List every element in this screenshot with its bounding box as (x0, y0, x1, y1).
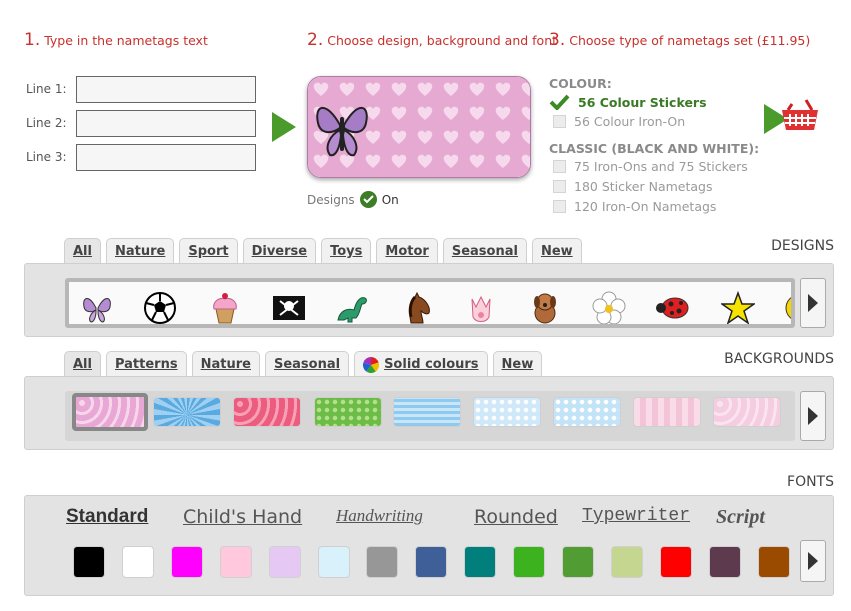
font-color-chip[interactable] (219, 546, 252, 578)
check-icon (359, 191, 377, 208)
option-56-colour-stickers[interactable]: 56 Colour Stickers (549, 94, 707, 110)
font-color-chip[interactable] (170, 546, 203, 578)
designs-tab-motor[interactable]: Motor (376, 238, 438, 264)
puppy-icon[interactable] (527, 290, 563, 324)
star-icon[interactable] (720, 290, 756, 324)
cupcake-icon[interactable] (207, 290, 243, 324)
line-3-input[interactable] (76, 144, 256, 171)
background-swatch-blue-sunburst[interactable] (153, 397, 221, 427)
designs-next-button[interactable] (800, 278, 826, 328)
font-option-typewriter[interactable]: Typewriter (582, 506, 690, 526)
step-3-title: 3. Choose type of nametags set (£11.95) (549, 30, 811, 50)
option-75-iron-ons-stickers[interactable]: 75 Iron-Ons and 75 Stickers (553, 159, 748, 174)
butterfly-icon[interactable] (79, 290, 115, 324)
font-color-chip[interactable] (610, 546, 643, 578)
arrow-right-icon (808, 294, 818, 312)
line-3-label: Line 3: (26, 150, 67, 164)
option-120-iron-on[interactable]: 120 Iron-On Nametags (553, 199, 716, 214)
line-1-label: Line 1: (26, 82, 67, 96)
designs-tab-toys[interactable]: Toys (321, 238, 372, 264)
font-option-handwriting[interactable]: Handwriting (336, 506, 423, 526)
fonts-title: FONTS (787, 474, 834, 490)
font-color-chip[interactable] (366, 546, 399, 578)
classic-heading: CLASSIC (BLACK AND WHITE): (549, 141, 760, 156)
font-color-chip[interactable] (708, 546, 741, 578)
background-swatch-light-blue-dots[interactable] (553, 397, 621, 427)
color-wheel-icon (363, 356, 380, 373)
pirate-flag-icon[interactable] (271, 290, 307, 324)
arrow-right-icon (808, 552, 818, 570)
background-swatch-green-dots[interactable] (314, 397, 382, 427)
font-color-chip[interactable] (268, 546, 301, 578)
font-color-chip[interactable] (73, 546, 105, 578)
horse-icon[interactable] (399, 290, 435, 324)
font-option-standard[interactable]: Standard (66, 506, 148, 528)
backgrounds-title: BACKGROUNDS (724, 351, 834, 367)
option-180-sticker[interactable]: 180 Sticker Nametags (553, 179, 713, 194)
backgrounds-tab-all[interactable]: All (64, 351, 101, 377)
dinosaur-icon[interactable] (334, 290, 370, 324)
backgrounds-tab-new[interactable]: New (492, 351, 543, 377)
check-icon (549, 94, 570, 110)
designs-strip (65, 278, 795, 328)
designs-tab-seasonal[interactable]: Seasonal (442, 238, 527, 264)
background-swatch-pink-stripes[interactable] (633, 397, 701, 427)
designs-tab-new[interactable]: New (531, 238, 582, 264)
backgrounds-tabs: All Patterns Nature Seasonal Solid colou… (64, 351, 543, 377)
backgrounds-tab-nature[interactable]: Nature (191, 351, 260, 377)
designs-tab-sport[interactable]: Sport (179, 238, 238, 264)
designs-panel (24, 263, 834, 337)
background-swatch-red-hearts[interactable] (233, 397, 301, 427)
font-color-chip[interactable] (464, 546, 497, 578)
step-2-title: 2. Choose design, background and font (307, 30, 558, 50)
font-color-chip[interactable] (415, 546, 448, 578)
backgrounds-panel (24, 376, 834, 450)
football-icon[interactable] (142, 290, 178, 324)
ladybird-icon[interactable] (655, 290, 691, 324)
backgrounds-next-button[interactable] (800, 391, 826, 441)
line-1-input[interactable] (76, 76, 256, 103)
designs-tab-diverse[interactable]: Diverse (242, 238, 317, 264)
background-swatch-pink-light-hearts[interactable] (713, 397, 781, 427)
font-option-childs-hand[interactable]: Child's Hand (183, 506, 302, 528)
basket-icon[interactable] (780, 98, 820, 139)
line-2-input[interactable] (76, 110, 256, 137)
designs-title: DESIGNS (771, 238, 834, 254)
background-swatch-blue-dots[interactable] (473, 397, 541, 427)
background-swatch-blue-waves[interactable] (393, 397, 461, 427)
font-color-chip[interactable] (317, 546, 350, 578)
backgrounds-tab-seasonal[interactable]: Seasonal (264, 351, 350, 377)
step-1-title: 1. Type in the nametags text (24, 30, 208, 50)
background-swatch-pink-hearts[interactable] (72, 393, 148, 431)
arrow-right-icon (272, 112, 296, 142)
smiley-icon[interactable] (781, 290, 791, 324)
font-color-chip[interactable] (121, 546, 154, 578)
font-color-chip[interactable] (562, 546, 594, 578)
option-56-colour-iron-on[interactable]: 56 Colour Iron-On (553, 114, 685, 129)
designs-tab-all[interactable]: All (64, 238, 101, 264)
crown-icon[interactable] (463, 290, 499, 324)
arrow-right-icon (808, 407, 818, 425)
flower-icon[interactable] (591, 290, 627, 324)
backgrounds-tab-solid-colours[interactable]: Solid colours (354, 351, 488, 377)
font-color-chip[interactable] (513, 546, 546, 578)
nametag-preview (307, 76, 531, 178)
fonts-next-button[interactable] (800, 540, 826, 582)
font-color-chip[interactable] (757, 546, 790, 578)
designs-toggle[interactable]: Designs On (307, 191, 399, 208)
designs-tabs: All Nature Sport Diverse Toys Motor Seas… (64, 238, 582, 264)
backgrounds-tab-patterns[interactable]: Patterns (105, 351, 187, 377)
line-2-label: Line 2: (26, 116, 67, 130)
font-color-chip[interactable] (659, 546, 692, 578)
font-option-script[interactable]: Script (716, 506, 765, 529)
designs-tab-nature[interactable]: Nature (105, 238, 175, 264)
font-option-rounded[interactable]: Rounded (474, 506, 558, 528)
colour-heading: COLOUR: (549, 76, 612, 91)
